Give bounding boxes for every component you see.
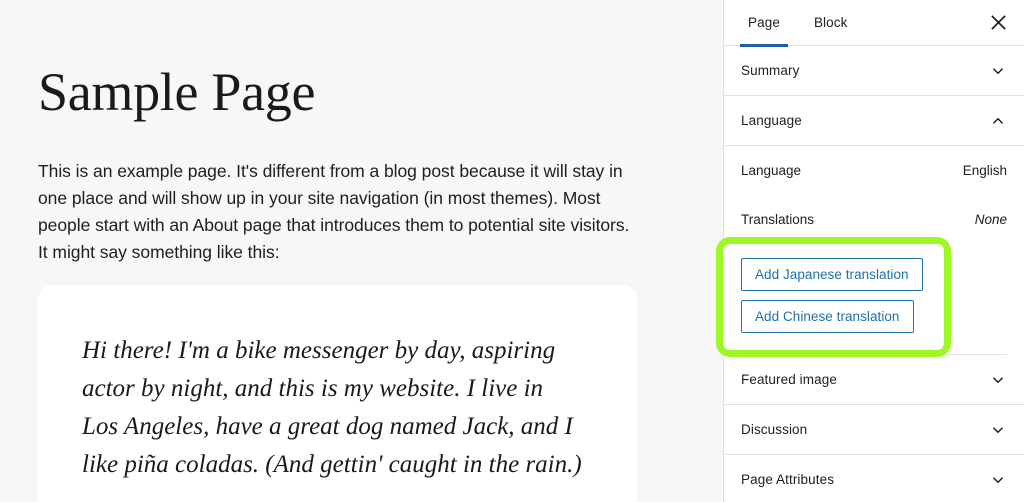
panel-featured-image[interactable]: Featured image bbox=[724, 355, 1024, 405]
tab-page[interactable]: Page bbox=[740, 0, 788, 47]
panel-page-attributes[interactable]: Page Attributes bbox=[724, 455, 1024, 502]
add-japanese-translation-button[interactable]: Add Japanese translation bbox=[741, 258, 923, 291]
editor-screen: Sample Page This is an example page. It'… bbox=[0, 0, 1024, 502]
language-field-value: English bbox=[962, 163, 1007, 178]
panel-language[interactable]: Language bbox=[724, 96, 1024, 146]
intro-paragraph[interactable]: This is an example page. It's different … bbox=[38, 158, 638, 266]
panel-discussion[interactable]: Discussion bbox=[724, 405, 1024, 455]
panel-discussion-label: Discussion bbox=[741, 422, 808, 437]
translations-field-label: Translations bbox=[741, 212, 815, 227]
quote-block[interactable]: Hi there! I'm a bike messenger by day, a… bbox=[38, 285, 637, 502]
settings-sidebar: Page Block Summary Language Language Eng… bbox=[724, 0, 1024, 502]
chevron-down-icon bbox=[993, 67, 1003, 74]
add-chinese-translation-button[interactable]: Add Chinese translation bbox=[741, 300, 914, 333]
language-field-row[interactable]: Language English bbox=[741, 146, 1007, 195]
tab-block[interactable]: Block bbox=[806, 0, 856, 46]
translations-field-row[interactable]: Translations None bbox=[741, 195, 1007, 244]
chevron-down-icon bbox=[993, 426, 1003, 433]
panel-summary-label: Summary bbox=[741, 63, 800, 78]
chevron-down-icon bbox=[993, 376, 1003, 383]
sidebar-tab-bar: Page Block bbox=[724, 0, 1024, 47]
page-title[interactable]: Sample Page bbox=[38, 60, 315, 124]
close-sidebar-button[interactable] bbox=[982, 7, 1014, 39]
panel-language-label: Language bbox=[741, 113, 802, 128]
panel-featured-image-label: Featured image bbox=[741, 372, 837, 387]
editor-canvas: Sample Page This is an example page. It'… bbox=[0, 0, 724, 502]
close-icon bbox=[990, 15, 1006, 30]
chevron-down-icon bbox=[993, 476, 1003, 483]
language-panel-body: Language English Translations None Add J… bbox=[724, 146, 1024, 355]
chevron-up-icon bbox=[993, 117, 1003, 124]
panel-page-attributes-label: Page Attributes bbox=[741, 472, 835, 487]
panel-summary[interactable]: Summary bbox=[724, 46, 1024, 96]
language-field-label: Language bbox=[741, 163, 802, 178]
translations-field-value: None bbox=[974, 212, 1007, 227]
quote-text[interactable]: Hi there! I'm a bike messenger by day, a… bbox=[82, 332, 582, 484]
translation-actions: Add Japanese translation Add Chinese tra… bbox=[741, 244, 1007, 345]
